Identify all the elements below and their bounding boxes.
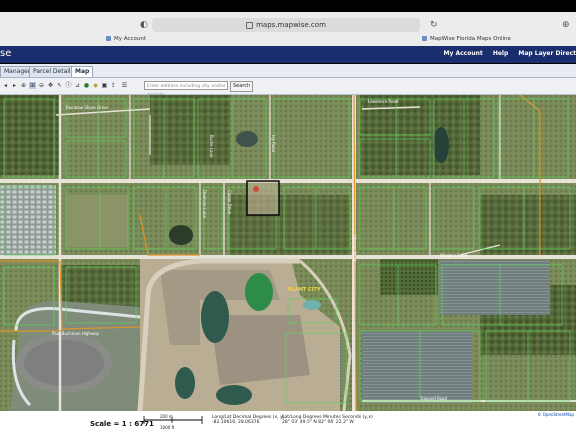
nav-my-account[interactable]: My Account <box>443 50 482 57</box>
reload-icon[interactable]: ↻ <box>430 18 438 32</box>
coord-dms-value: 28° 03' 49.5" N 82° 06' 22.2" W <box>282 420 354 425</box>
favicon-icon <box>106 36 111 41</box>
buffer-icon[interactable]: ● <box>83 82 90 89</box>
lock-icon <box>246 21 254 29</box>
export-icon[interactable]: ⇪ <box>110 82 117 89</box>
measure-icon[interactable]: ⊿ <box>74 82 81 89</box>
map-canvas[interactable]: PLANT CITY Lawrence Road Wiggins Road Ul… <box>0 95 576 411</box>
road-label: Trapnell Road <box>420 396 448 401</box>
tab-map[interactable]: Map <box>71 66 94 77</box>
browser-tab-mapwise[interactable]: MapWise Florida Maps Online <box>422 36 511 42</box>
browser-tab-my-account[interactable]: My Account <box>106 36 146 42</box>
arrow-left-icon[interactable]: ◂ <box>2 82 9 89</box>
road-label: Paul Buchman Highway <box>52 331 100 336</box>
site-logo[interactable]: se <box>0 48 11 59</box>
road-label: Lawrence Road <box>368 99 399 104</box>
privacy-icon[interactable]: ◐ <box>140 18 148 32</box>
search-button[interactable]: Search <box>230 81 254 92</box>
map-attribution[interactable]: © OpenStreetMap <box>537 412 574 417</box>
header-nav: My Account Help Map Layer Direct <box>435 50 576 57</box>
select-icon[interactable]: ↖ <box>56 82 63 89</box>
address-search-input[interactable]: Enter address including city and/or zipc… <box>144 81 228 98</box>
favicon-icon <box>422 36 427 41</box>
scale-label-feet: 1000 ft <box>160 425 175 430</box>
coord-dms: Lat/Long Degrees Minutes Seconds (y,x) 2… <box>282 415 373 425</box>
app-tabs: Manager Parcel Details Map <box>0 64 576 78</box>
coord-decimal: Long/Lat Decimal Degrees (x, y) -82.1061… <box>212 415 285 425</box>
road-label: Rainbow Shore Drive <box>66 105 108 110</box>
url-text: maps.mapwise.com <box>256 21 326 29</box>
map-imagery <box>0 95 576 411</box>
identify-icon[interactable]: ⓘ <box>65 82 72 89</box>
arrow-right-icon[interactable]: ▸ <box>11 82 18 89</box>
screen-top-bar <box>0 0 576 12</box>
zoom-box-icon[interactable]: ⊞ <box>29 82 36 89</box>
road-label: Wiggins Road <box>440 253 468 258</box>
browser-tab-row: My Account MapWise Florida Maps Online <box>0 34 576 46</box>
map-footer: © OpenStreetMap Scale = 1 : 6771 200 m 1… <box>0 411 576 432</box>
browser-chrome: ◐ maps.mapwise.com ↻ ⊕ My Account MapWis… <box>0 12 576 47</box>
coord-decimal-value: -82.10616, 28.06376 <box>212 420 260 425</box>
road-label: Burke Lane <box>209 135 214 158</box>
layers-icon[interactable]: ◆ <box>92 82 99 89</box>
zoom-in-icon[interactable]: ⊕ <box>20 82 27 89</box>
road-label: Dedmon Lane <box>202 190 207 218</box>
road-label: Cason Drive <box>227 190 232 215</box>
nav-map-layer-direct[interactable]: Map Layer Direct <box>518 50 576 57</box>
pan-icon[interactable]: ✥ <box>47 82 54 89</box>
map-toolbar: ◂ ▸ ⊕ ⊞ ⊖ ✥ ↖ ⓘ ⊿ ● ◆ ▣ ⇪ ☰ Enter addres… <box>0 78 576 98</box>
site-header: se My Account Help Map Layer Direct <box>0 46 576 63</box>
print-icon[interactable]: ▣ <box>101 82 108 89</box>
place-label: PLANT CITY <box>288 287 321 293</box>
nav-help[interactable]: Help <box>493 50 508 57</box>
zoom-out-icon[interactable]: ⊖ <box>38 82 45 89</box>
road-label: Ivy Road <box>271 135 276 153</box>
scale-label-meters: 200 m <box>160 414 173 419</box>
download-icon[interactable]: ⊕ <box>562 18 570 32</box>
address-bar[interactable]: maps.mapwise.com <box>152 18 420 32</box>
road-label: Ulysses Road <box>352 235 357 262</box>
info-icon[interactable]: ☰ <box>121 82 128 89</box>
